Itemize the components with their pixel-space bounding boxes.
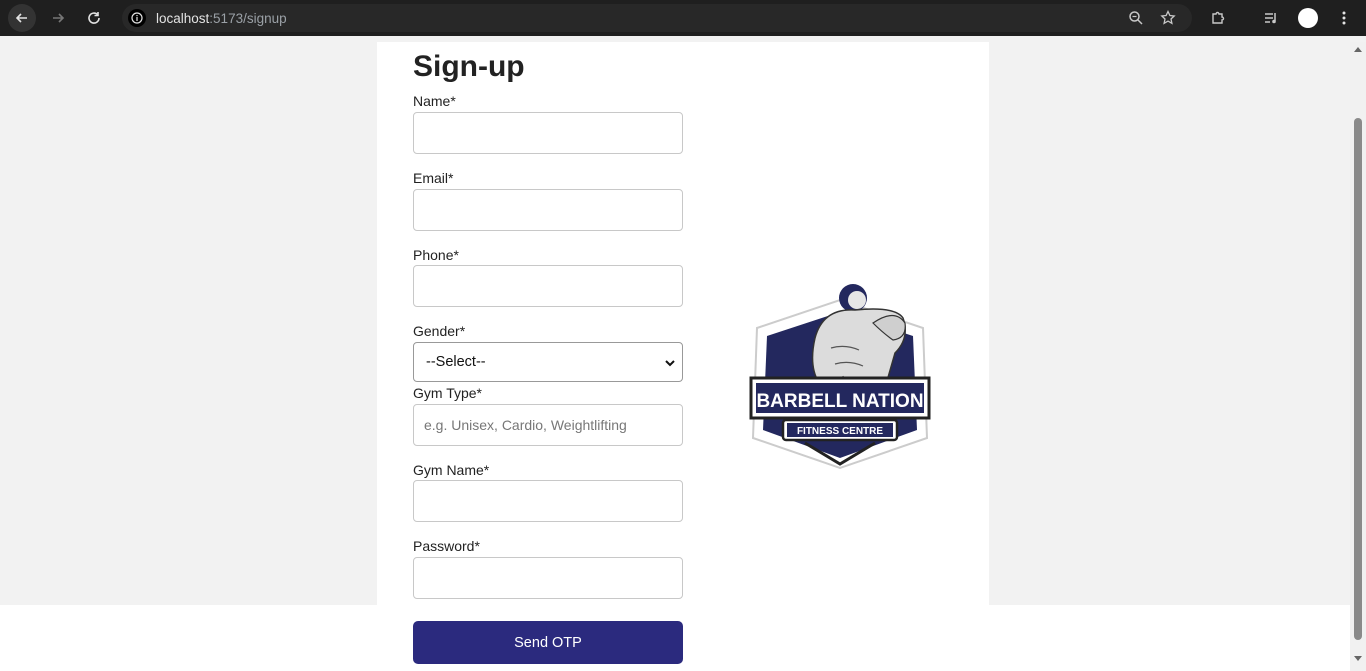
gender-select[interactable]: --Select-- [413, 342, 683, 382]
playlist-icon [1265, 13, 1276, 24]
url-text: localhost:5173/signup [156, 10, 287, 26]
star-icon [1160, 10, 1176, 25]
phone-input[interactable] [413, 265, 683, 307]
reload-button[interactable] [80, 4, 108, 32]
kebab-menu-icon [1342, 11, 1346, 25]
scroll-up-icon[interactable] [1354, 46, 1362, 54]
forward-arrow-icon [53, 13, 65, 23]
bookmark-button[interactable] [1154, 4, 1182, 32]
gym-name-label: Gym Name* [413, 462, 490, 478]
email-label: Email* [413, 170, 454, 186]
name-input[interactable] [413, 112, 683, 154]
scroll-thumb[interactable] [1354, 118, 1362, 640]
puzzle-icon [1212, 11, 1225, 24]
send-otp-button[interactable]: Send OTP [413, 621, 683, 664]
back-arrow-icon [15, 13, 27, 23]
gym-name-input[interactable] [413, 480, 683, 522]
name-label: Name* [413, 93, 456, 109]
forward-button[interactable] [44, 4, 72, 32]
address-bar[interactable]: localhost:5173/signup [122, 4, 1192, 32]
profile-button[interactable] [1294, 4, 1322, 32]
password-label: Password* [413, 538, 480, 554]
zoom-button[interactable] [1122, 4, 1150, 32]
vertical-scrollbar[interactable] [1350, 42, 1366, 671]
logo-subtitle: FITNESS CENTRE [797, 426, 883, 437]
menu-button[interactable] [1330, 4, 1358, 32]
phone-label: Phone* [413, 247, 459, 263]
reload-icon [88, 12, 100, 24]
gender-selected-value: --Select-- [426, 354, 486, 370]
gym-type-label: Gym Type* [413, 385, 482, 401]
zoom-icon [1129, 11, 1143, 25]
gender-label: Gender* [413, 323, 466, 339]
email-input[interactable] [413, 189, 683, 231]
media-button[interactable] [1257, 4, 1285, 32]
site-info-icon[interactable] [128, 9, 146, 27]
extensions-button[interactable] [1204, 4, 1232, 32]
page-title: Sign-up [413, 50, 525, 83]
chevron-down-icon [665, 360, 675, 367]
gym-type-input[interactable] [413, 404, 683, 446]
avatar [1298, 8, 1318, 28]
barbell-nation-logo: BARBELL NATION FITNESS CENTRE [749, 284, 931, 470]
password-input[interactable] [413, 557, 683, 599]
browser-toolbar: localhost:5173/signup [0, 0, 1366, 36]
back-button[interactable] [8, 4, 36, 32]
logo-title: BARBELL NATION [756, 391, 923, 412]
scroll-down-icon[interactable] [1354, 654, 1362, 662]
